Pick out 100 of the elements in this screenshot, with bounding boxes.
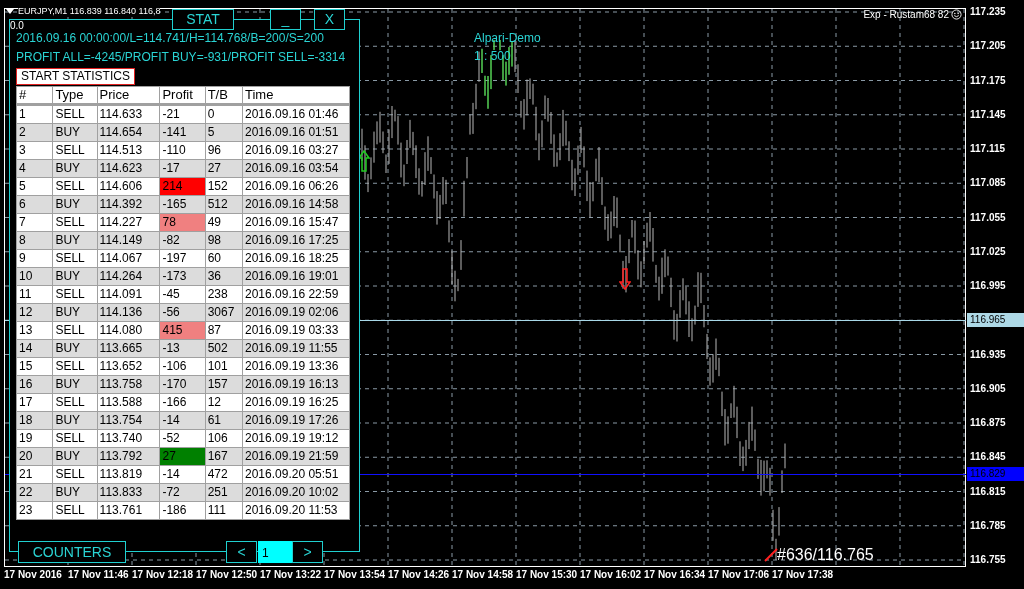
price-label: 116.845: [970, 450, 1006, 465]
table-cell: 251: [205, 484, 242, 501]
table-cell: -110: [160, 142, 205, 159]
table-cell: 7: [17, 214, 53, 231]
table-cell: 113.833: [97, 484, 160, 501]
table-cell: 2016.09.16 17:25: [243, 232, 349, 249]
table-cell: 106: [205, 430, 242, 447]
price-label: 116.755: [970, 553, 1006, 567]
time-label: 17 Nov 15:30: [516, 568, 579, 582]
table-cell: 238: [205, 286, 242, 303]
table-cell: 114.067: [97, 250, 160, 267]
page-field[interactable]: 1: [258, 541, 292, 563]
table-cell: SELL: [53, 286, 97, 303]
table-cell: 113.652: [97, 358, 160, 375]
price-label: 117.205: [970, 39, 1006, 54]
time-label: 17 Nov 16:34: [644, 568, 707, 582]
table-cell: 3: [17, 142, 53, 159]
table-cell: SELL: [53, 394, 97, 411]
chart-header: EURJPY,M1 116.839 116.840 116,8: [18, 6, 161, 17]
profit-line: PROFIT ALL=-4245/PROFIT BUY=-931/PROFIT SELL=-3314: [16, 49, 347, 66]
table-cell: 2016.09.16 01:46: [243, 106, 349, 123]
dropdown-icon[interactable]: [6, 8, 14, 15]
table-cell: BUY: [53, 196, 97, 213]
price-label: 117.175: [970, 73, 1006, 88]
table-cell: 114.623: [97, 160, 160, 177]
table-cell: 2016.09.20 10:02: [243, 484, 349, 501]
table-cell: 114.392: [97, 196, 160, 213]
price-label: 117.025: [970, 244, 1006, 259]
table-cell: 113.754: [97, 412, 160, 429]
stat-title-button[interactable]: STAT: [172, 9, 234, 30]
time-label: 17 Nov 14:58: [452, 568, 515, 582]
table-cell: 61: [205, 412, 242, 429]
table-cell: 2016.09.19 21:59: [243, 448, 349, 465]
table-cell: SELL: [53, 358, 97, 375]
table-cell: 27: [205, 160, 242, 177]
minimize-button[interactable]: _: [270, 9, 301, 30]
table-cell: 2016.09.16 22:59: [243, 286, 349, 303]
table-cell: BUY: [53, 448, 97, 465]
table-cell: BUY: [53, 160, 97, 177]
table-cell: 2016.09.19 16:13: [243, 376, 349, 393]
table-cell: 113.665: [97, 340, 160, 357]
table-cell: 415: [160, 322, 205, 339]
table-cell: 114.654: [97, 124, 160, 141]
table-cell: 157: [205, 376, 242, 393]
up-arrow-icon: [358, 150, 370, 172]
table-cell: 11: [17, 286, 53, 303]
trade-label: #636/116.765: [777, 546, 874, 564]
table-cell: 2016.09.19 16:25: [243, 394, 349, 411]
table-cell: 113.740: [97, 430, 160, 447]
table-cell: 114.149: [97, 232, 160, 249]
table-cell: 19: [17, 430, 53, 447]
table-cell: -173: [160, 268, 205, 285]
price-label: 116.785: [970, 518, 1006, 533]
table-cell: 98: [205, 232, 242, 249]
column-header: Time: [243, 87, 349, 103]
table-cell: BUY: [53, 340, 97, 357]
time-label: 17 Nov 13:54: [324, 568, 387, 582]
table-cell: 3067: [205, 304, 242, 321]
table-cell: -186: [160, 502, 205, 519]
table-cell: 16: [17, 376, 53, 393]
table-cell: BUY: [53, 268, 97, 285]
column-header: Profit: [160, 87, 205, 103]
table-cell: -45: [160, 286, 205, 303]
table-cell: 18: [17, 412, 53, 429]
time-label: 17 Nov 17:38: [772, 568, 835, 582]
table-cell: -21: [160, 106, 205, 123]
time-label: 17 Nov 13:22: [260, 568, 323, 582]
table-cell: 20: [17, 448, 53, 465]
table-cell: SELL: [53, 106, 97, 123]
table-cell: 2016.09.16 06:26: [243, 178, 349, 195]
table-cell: SELL: [53, 250, 97, 267]
table-cell: 2016.09.16 15:47: [243, 214, 349, 231]
table-cell: 21: [17, 466, 53, 483]
table-cell: BUY: [53, 412, 97, 429]
counters-button[interactable]: COUNTERS: [18, 541, 126, 563]
close-button[interactable]: X: [314, 9, 345, 30]
previous-page-button[interactable]: <: [226, 541, 257, 563]
column-header: Type: [53, 87, 97, 103]
time-label: 17 Nov 2016: [4, 568, 63, 582]
table-cell: 113.819: [97, 466, 160, 483]
table-cell: 152: [205, 178, 242, 195]
expert-name: Exp - Rustam68 82: [863, 8, 949, 22]
table-cell: 13: [17, 322, 53, 339]
price-label: 116.935: [970, 347, 1006, 362]
next-page-button[interactable]: >: [292, 541, 323, 563]
start-statistics-button[interactable]: START STATISTICS: [16, 68, 135, 85]
table-cell: 2016.09.19 19:12: [243, 430, 349, 447]
table-cell: 49: [205, 214, 242, 231]
price-label: 117.145: [970, 107, 1006, 122]
table-cell: 2: [17, 124, 53, 141]
table-cell: 15: [17, 358, 53, 375]
table-cell: 2016.09.19 13:36: [243, 358, 349, 375]
table-cell: 36: [205, 268, 242, 285]
table-cell: 96: [205, 142, 242, 159]
table-cell: 2016.09.19 03:33: [243, 322, 349, 339]
down-arrow-icon: [619, 268, 631, 290]
table-cell: 5: [17, 178, 53, 195]
table-cell: 101: [205, 358, 242, 375]
price-label: 117.055: [970, 210, 1006, 225]
ask-price-label: 116.829: [967, 467, 1024, 481]
